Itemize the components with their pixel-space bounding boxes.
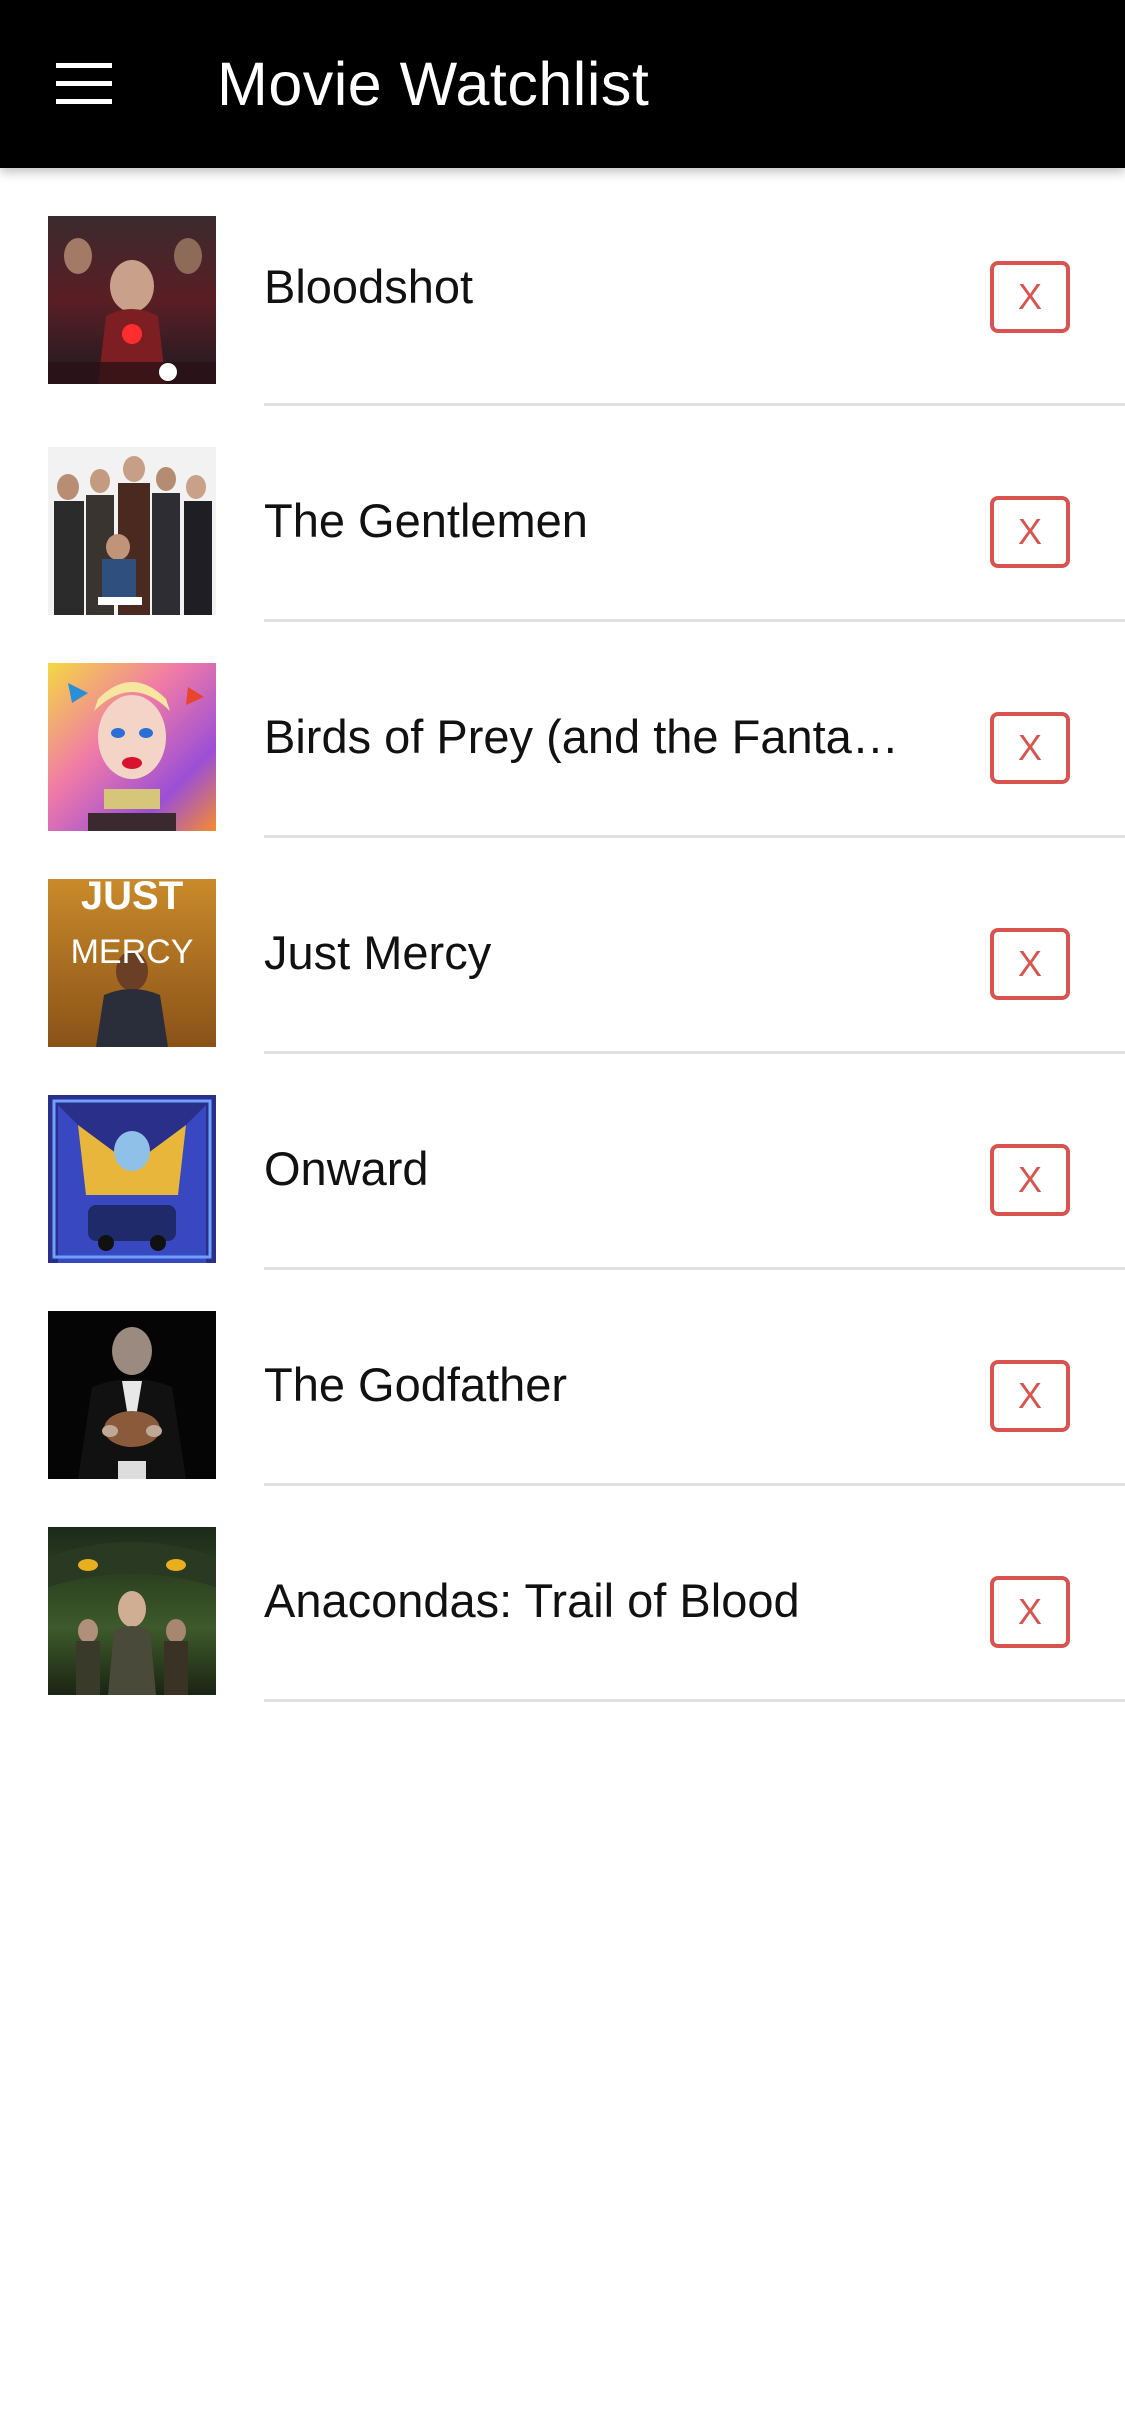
list-item[interactable]: Onward X xyxy=(0,1054,1125,1270)
movie-poster xyxy=(48,1527,216,1695)
remove-button[interactable]: X xyxy=(990,928,1070,1000)
list-item[interactable]: JUST MERCY Just Mercy X xyxy=(0,838,1125,1054)
list-item[interactable]: The Gentlemen X xyxy=(0,406,1125,622)
movie-title: Anacondas: Trail of Blood xyxy=(264,1574,800,1627)
movie-poster: JUST MERCY xyxy=(48,879,216,1047)
app-bar: Movie Watchlist xyxy=(0,0,1125,168)
remove-button[interactable]: X xyxy=(990,712,1070,784)
list-item[interactable]: Birds of Prey (and the Fantabulous Emanc… xyxy=(0,622,1125,838)
remove-button[interactable]: X xyxy=(990,496,1070,568)
movie-poster xyxy=(48,663,216,831)
remove-button[interactable]: X xyxy=(990,1360,1070,1432)
movie-poster xyxy=(48,216,216,384)
page-title: Movie Watchlist xyxy=(217,50,650,118)
movie-poster xyxy=(48,1311,216,1479)
movie-list: Bloodshot X The Gentlemen X Birds of Pre… xyxy=(0,168,1125,1702)
poster-text-mercy: MERCY xyxy=(71,933,194,971)
remove-button[interactable]: X xyxy=(990,1576,1070,1648)
movie-title: The Godfather xyxy=(264,1358,568,1411)
poster-text-just: JUST xyxy=(81,879,183,918)
movie-title: The Gentlemen xyxy=(264,494,588,547)
movie-title: Onward xyxy=(264,1142,429,1195)
movie-title: Bloodshot xyxy=(264,260,474,313)
remove-button[interactable]: X xyxy=(990,261,1070,333)
movie-poster xyxy=(48,1095,216,1263)
remove-button[interactable]: X xyxy=(990,1144,1070,1216)
movie-title: Birds of Prey (and the Fantabulous Emanc… xyxy=(264,710,904,763)
movie-poster xyxy=(48,447,216,615)
list-item[interactable]: The Godfather X xyxy=(0,1270,1125,1486)
hamburger-menu-icon xyxy=(56,63,112,104)
list-item[interactable]: Anacondas: Trail of Blood X xyxy=(0,1486,1125,1702)
divider xyxy=(264,1699,1125,1702)
movie-title: Just Mercy xyxy=(264,926,492,979)
menu-button[interactable] xyxy=(28,28,140,140)
list-item[interactable]: Bloodshot X xyxy=(0,168,1125,406)
